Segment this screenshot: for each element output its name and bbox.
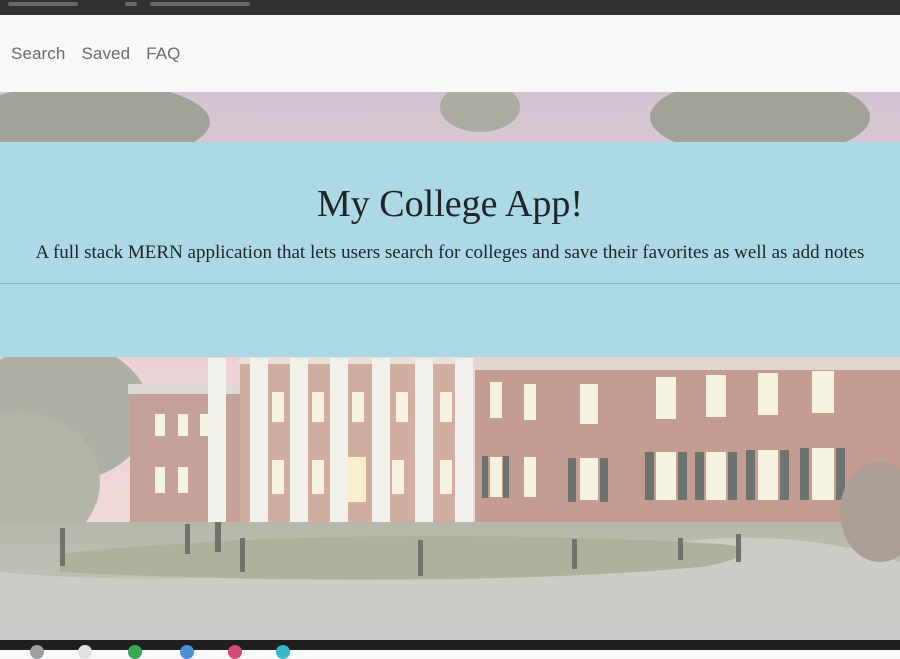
- taskbar-icon[interactable]: [276, 645, 290, 659]
- jumbotron: My College App! A full stack MERN applic…: [0, 142, 900, 357]
- lead-description: A full stack MERN application that lets …: [35, 242, 865, 263]
- nav-link-saved[interactable]: Saved: [73, 44, 138, 64]
- bookmark-item[interactable]: [8, 2, 78, 6]
- nav-link-faq[interactable]: FAQ: [138, 44, 188, 64]
- divider: [0, 283, 900, 284]
- bookmark-icon[interactable]: [125, 2, 137, 6]
- taskbar-icon[interactable]: [228, 645, 242, 659]
- taskbar-icon[interactable]: [78, 645, 92, 659]
- page-footer-bar: [0, 624, 900, 640]
- browser-bookmarks-strip: [0, 0, 900, 15]
- os-taskbar: [0, 640, 900, 659]
- taskbar-icon[interactable]: [30, 645, 44, 659]
- navbar: Search Saved FAQ: [0, 15, 900, 93]
- taskbar-icon[interactable]: [128, 645, 142, 659]
- bookmark-item[interactable]: [150, 2, 250, 6]
- taskbar-icon[interactable]: [180, 645, 194, 659]
- nav-links: Search Saved FAQ: [3, 44, 188, 64]
- nav-link-search[interactable]: Search: [3, 44, 73, 64]
- page-title: My College App!: [317, 183, 583, 225]
